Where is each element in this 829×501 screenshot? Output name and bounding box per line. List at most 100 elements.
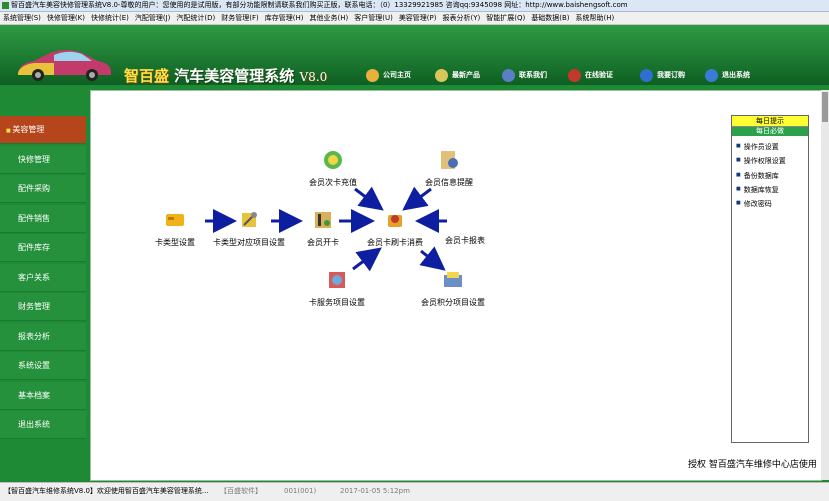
status-bar: 【智百盛汽车维修系统V8.0】欢迎使用智百盛汽车美容管理系统... 【百盛软件】… xyxy=(0,482,829,501)
sidebar-item[interactable]: 快修管理 xyxy=(0,145,86,174)
menu-item[interactable]: 库存管理(H) xyxy=(262,12,307,24)
header-banner: 智百盛 汽车美容管理系统 V8.0 公司主页 最新产品 联系我们 在线验证 我要订购 退出… xyxy=(0,25,829,85)
brand-version: V8.0 xyxy=(299,70,328,84)
sidebar-item-label: 报表分析 xyxy=(18,331,50,341)
sidebar-item-label: 配件采购 xyxy=(18,184,50,193)
open-card-icon xyxy=(315,212,331,228)
node-reminder[interactable]: 会员信息提醒 xyxy=(425,149,473,188)
menu-item[interactable]: 客户管理(U) xyxy=(351,12,396,24)
license-text: 授权 智百盛汽车维修中心店使用 xyxy=(688,460,817,470)
node-service-items-label: 卡服务项目设置 xyxy=(309,298,365,307)
toplink-label: 退出系统 xyxy=(722,71,750,79)
sidebar-item-label: 客户关系 xyxy=(18,272,50,282)
arrow-consume-to-points xyxy=(419,246,446,271)
menu-item[interactable]: 汽配统计(D) xyxy=(173,12,218,24)
recharge-icon xyxy=(324,151,342,169)
sidebar-item-label: 系统设置 xyxy=(18,361,50,370)
node-report[interactable]: 会员卡报表 xyxy=(445,235,485,246)
menu-item[interactable]: 系统帮助(H) xyxy=(573,12,618,24)
toplink-label: 联系我们 xyxy=(519,71,547,79)
menu-item[interactable]: 其他业务(H) xyxy=(306,12,351,24)
arrow-reminder-to-consume xyxy=(402,186,432,211)
scrollbar[interactable] xyxy=(821,90,829,480)
window-title: 智百盛汽车美容快修管理系统V8.0-尊敬的用户：您使用的是试用版，有部分功能限制… xyxy=(11,1,628,9)
sidebar-item[interactable]: 财务管理 xyxy=(0,293,86,321)
sidebar-item[interactable]: 报表分析 xyxy=(0,322,86,351)
globe-icon xyxy=(366,68,379,82)
tips-link[interactable]: 数据库恢复 xyxy=(736,183,808,197)
phone-icon xyxy=(502,68,515,82)
sidebar-item[interactable]: 客户关系 xyxy=(0,263,86,292)
toplink[interactable]: 最新产品 xyxy=(435,67,480,83)
toplink-label: 在线验证 xyxy=(585,71,613,79)
menu-item[interactable]: 财务管理(F) xyxy=(218,12,262,24)
node-recharge[interactable]: 会员次卡充值 xyxy=(309,149,357,188)
sidebar-item[interactable]: 退出系统 xyxy=(0,411,86,439)
sidebar-item-label: 财务管理 xyxy=(18,302,50,311)
card-icon xyxy=(166,214,184,226)
sidebar-item[interactable]: ■ 美容管理 xyxy=(0,116,86,144)
node-card-type[interactable]: 卡类型设置 xyxy=(155,209,195,248)
toplink[interactable]: 公司主页 xyxy=(366,67,411,83)
scrollbar-thumb[interactable] xyxy=(822,92,828,122)
menu-item[interactable]: 系统管理(S) xyxy=(0,12,44,24)
service-items-icon xyxy=(329,272,345,288)
status-operator: 001(001) xyxy=(284,487,317,495)
toplink-label: 公司主页 xyxy=(383,71,411,79)
daily-tips-title: 每日提示 xyxy=(732,116,808,127)
brand-name: 智百盛 xyxy=(124,67,170,85)
arrow-service-to-consume xyxy=(352,247,382,272)
status-datetime: 2017-01-05 5:12pm xyxy=(340,487,410,495)
menu-item[interactable]: 汽配管理(J) xyxy=(132,12,174,24)
menu-item[interactable]: 智能扩展(Q) xyxy=(483,12,528,24)
brand-product: 汽车美容管理系统 xyxy=(174,67,295,85)
menu-item[interactable]: 报表分析(Y) xyxy=(440,12,484,24)
toplink[interactable]: 在线验证 xyxy=(568,67,613,83)
consume-icon xyxy=(388,215,402,227)
points-items-icon xyxy=(444,272,462,287)
sidebar-item[interactable]: 配件销售 xyxy=(0,204,86,233)
node-card-type-items[interactable]: 卡类型对应项目设置 xyxy=(213,209,285,248)
sidebar-item[interactable]: 基本档案 xyxy=(0,381,86,410)
arrow-recharge-to-consume xyxy=(354,186,384,211)
sidebar-item-label: 配件销售 xyxy=(18,213,50,223)
sidebar-item[interactable]: 配件库存 xyxy=(0,234,86,262)
menu-item[interactable]: 基础数据(B) xyxy=(528,12,572,24)
product-title: 智百盛 汽车美容管理系统 V8.0 xyxy=(124,65,327,86)
sidebar-item-label: 配件库存 xyxy=(18,243,50,252)
menu-item[interactable]: 美容管理(P) xyxy=(396,12,440,24)
tips-link[interactable]: 修改密码 xyxy=(736,197,808,211)
tips-link[interactable]: 操作权限设置 xyxy=(736,154,808,168)
node-card-type-label: 卡类型设置 xyxy=(155,238,195,247)
node-points-items[interactable]: 会员积分项目设置 xyxy=(421,269,485,308)
menu-item[interactable]: 快修管理(K) xyxy=(44,12,88,24)
sidebar-item[interactable]: 系统设置 xyxy=(0,352,86,380)
exit-icon xyxy=(705,68,718,82)
toplink-label: 最新产品 xyxy=(452,71,480,79)
sidebar-item-label: 美容管理 xyxy=(12,125,45,134)
tools-icon xyxy=(242,212,257,227)
node-reminder-label: 会员信息提醒 xyxy=(425,178,473,187)
shield-icon xyxy=(568,68,581,82)
tips-link[interactable]: 操作员设置 xyxy=(736,140,808,154)
node-consume[interactable]: 会员卡刷卡消费 xyxy=(367,209,423,248)
menu-item[interactable]: 快修统计(E) xyxy=(88,12,132,24)
app-icon xyxy=(2,1,9,9)
tips-link[interactable]: 备份数据库 xyxy=(736,169,808,183)
reminder-icon xyxy=(441,151,458,169)
menu-bar: 系统管理(S) 快修管理(K) 快修统计(E) 汽配管理(J) 汽配统计(D) 财务管理(… xyxy=(0,12,829,25)
workflow-panel: 卡类型设置 卡类型对应项目设置 会员开卡 会员次卡充值 会员信息提醒 会员卡刷卡… xyxy=(90,90,822,481)
toplink[interactable]: 退出系统 xyxy=(705,67,750,83)
node-open-card[interactable]: 会员开卡 xyxy=(307,209,339,248)
sidebar-item-label: 快修管理 xyxy=(18,154,50,164)
node-recharge-label: 会员次卡充值 xyxy=(309,178,357,187)
node-report-label: 会员卡报表 xyxy=(445,236,485,245)
sidebar-nav: ■ 美容管理快修管理配件采购配件销售配件库存客户关系财务管理报表分析系统设置基本… xyxy=(0,116,86,470)
toplink[interactable]: 我要订购 xyxy=(640,67,685,83)
node-service-items[interactable]: 卡服务项目设置 xyxy=(309,269,365,308)
node-consume-label: 会员卡刷卡消费 xyxy=(367,238,423,247)
sidebar-item[interactable]: 配件采购 xyxy=(0,175,86,203)
sidebar-item-label: 基本档案 xyxy=(18,390,50,400)
toplink[interactable]: 联系我们 xyxy=(502,67,547,83)
status-company: 【百盛软件】 xyxy=(220,487,262,495)
